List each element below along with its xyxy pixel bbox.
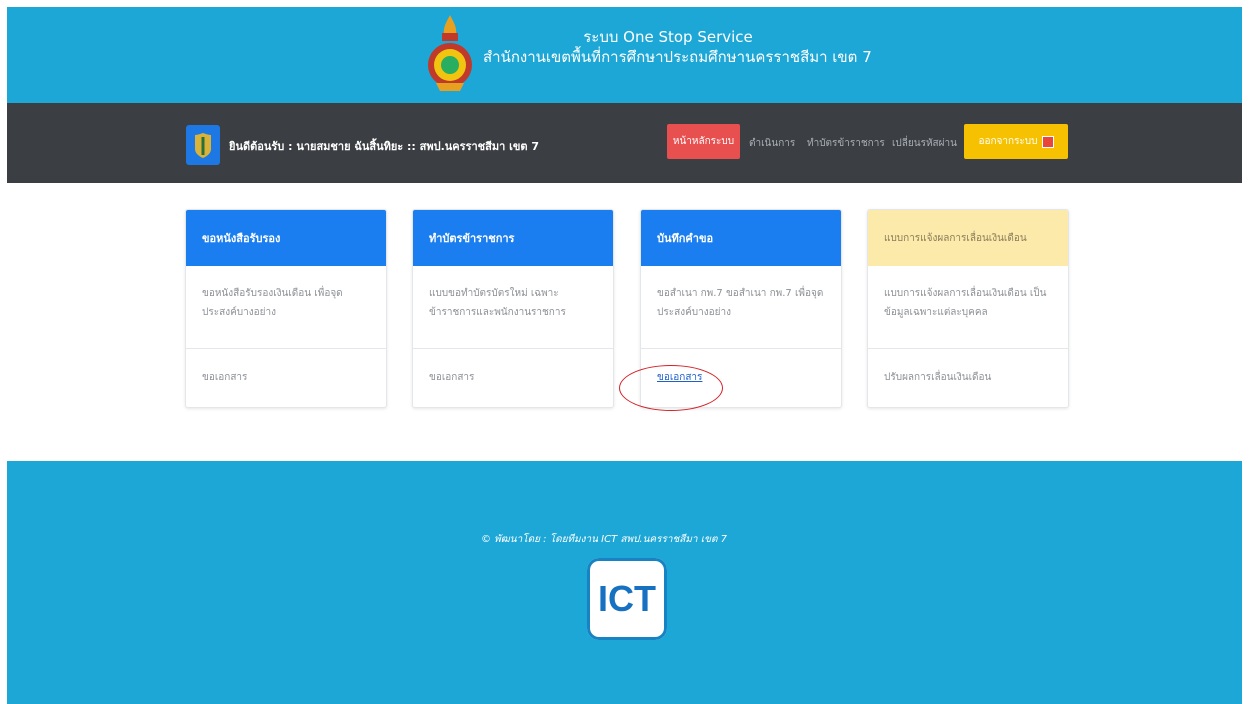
site-footer: © พัฒนาโดย : โดยทีมงาน ICT สพป.นครราชสีม… [7,461,1242,704]
nav-link-process[interactable]: ตำเนินการ [749,136,795,151]
navbar: ยินดีต้อนรับ : นายสมชาย ฉันสิ้นทิยะ :: ส… [7,103,1242,183]
card-body: ขอหนังสือรับรองเงินเดือน เพื่อจุดประสงค์… [186,266,386,349]
card-header: ขอหนังสือรับรอง [186,210,386,266]
nav-link-change-password[interactable]: เปลี่ยนรหัสผ่าน [892,136,957,151]
avatar [186,125,220,165]
card-body: ขอสำเนา กพ.7 ขอสำเนา กพ.7 เพื่อจุดประสงค… [641,266,841,349]
card-request-link[interactable]: ขอเอกสาร [413,349,613,405]
site-header: ระบบ One Stop Service สำนักงานเขตพื้นที่… [7,7,1242,103]
card-body: แบบขอทำบัตรบัตรใหม่ เฉพาะข้าราชการและพนั… [413,266,613,349]
site-subtitle: สำนักงานเขตพื้นที่การศึกษาประถมศึกษานครร… [483,48,872,66]
card-civil-servant-card: ทำบัตรข้าราชการ แบบขอทำบัตรบัตรใหม่ เฉพา… [412,209,614,408]
card-header: บันทึกคำขอ [641,210,841,266]
header-text: ระบบ One Stop Service สำนักงานเขตพื้นที่… [483,27,872,67]
logout-label: ออกจากระบบ [978,136,1038,147]
school-emblem-icon [428,15,472,91]
ict-logo-text: ICT [598,578,656,619]
ict-logo: ICT [587,558,667,640]
welcome-text: ยินดีต้อนรับ : นายสมชาย ฉันสิ้นทิยะ :: ส… [229,140,539,153]
card-salary-notice: แบบการแจ้งผลการเลื่อนเงินเดือน แบบการแจ้… [867,209,1069,408]
highlight-annotation [619,365,723,411]
card-header: ทำบัตรข้าราชการ [413,210,613,266]
card-request-link[interactable]: ขอเอกสาร [186,349,386,405]
user-shield-icon [195,133,211,158]
page: ระบบ One Stop Service สำนักงานเขตพื้นที่… [7,7,1242,704]
card-certificate: ขอหนังสือรับรอง ขอหนังสือรับรองเงินเดือน… [185,209,387,408]
site-title: ระบบ One Stop Service [583,28,753,46]
footer-credit: © พัฒนาโดย : โดยทีมงาน ICT สพป.นครราชสีม… [481,534,728,545]
logout-button[interactable]: ออกจากระบบ [964,124,1068,159]
card-header: แบบการแจ้งผลการเลื่อนเงินเดือน [868,210,1068,266]
card-salary-link[interactable]: ปรับผลการเลื่อนเงินเดือน [868,349,1068,405]
logout-icon [1041,135,1054,148]
nav-home-button[interactable]: หน้าหลักระบบ [667,124,740,159]
card-body: แบบการแจ้งผลการเลื่อนเงินเดือน เป็นข้อมู… [868,266,1068,349]
nav-link-civil-card[interactable]: ทำบัตรข้าราชการ [807,136,885,151]
